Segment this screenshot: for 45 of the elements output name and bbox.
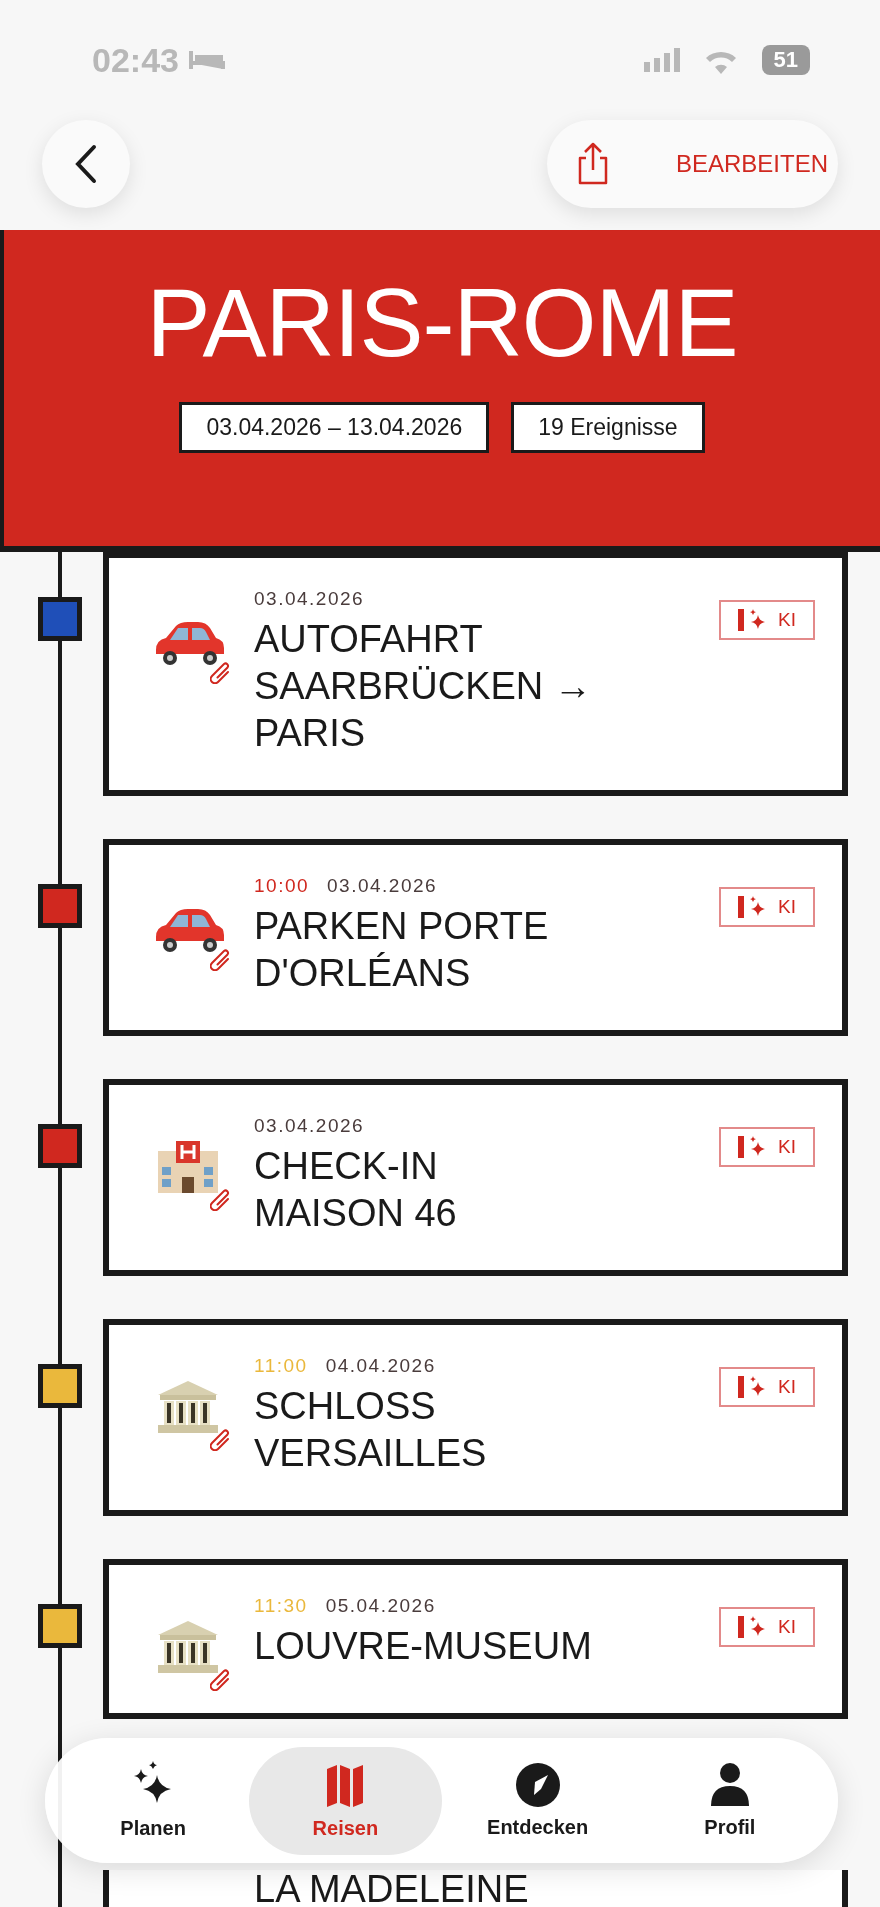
chevron-left-icon xyxy=(74,144,98,184)
event-title: CHECK-IN MAISON 46 xyxy=(254,1144,458,1236)
event-time: 11:30 xyxy=(254,1595,308,1617)
edit-button[interactable]: BEARBEITEN xyxy=(547,120,838,208)
ai-label: KI xyxy=(778,1616,796,1638)
event-count: 19 Ereignisse xyxy=(511,402,705,453)
paperclip-icon xyxy=(210,1429,230,1451)
event-date: 03.04.2026 xyxy=(254,588,365,610)
tab-item[interactable]: Profil xyxy=(633,1746,826,1855)
ai-label: KI xyxy=(778,1136,796,1158)
event-card[interactable]: 10:00 03.04.2026 PARKEN PORTE D'ORLÉANS KI xyxy=(103,839,848,1036)
date-range: 03.04.2026 – 13.04.2026 xyxy=(179,402,490,453)
battery-level: 51 xyxy=(761,45,810,75)
tab-item[interactable]: Entdecken xyxy=(441,1746,634,1855)
event-title: LA MADELEINE xyxy=(254,1870,530,1907)
event-time: 11:00 xyxy=(254,1355,308,1377)
compass-icon xyxy=(514,1762,561,1808)
status-time: 02:43 xyxy=(92,40,179,80)
paperclip-icon xyxy=(210,1189,230,1211)
ai-label: KI xyxy=(778,896,796,918)
event-date: 03.04.2026 xyxy=(327,875,438,897)
event-card[interactable]: 03.04.2026 AUTOFAHRT SAARBRÜCKEN → PARIS KI xyxy=(103,552,848,796)
person-icon xyxy=(708,1762,751,1808)
paperclip-icon xyxy=(210,1669,230,1691)
bed-icon xyxy=(188,49,225,71)
event-time: 10:00 xyxy=(254,875,310,897)
event-card[interactable]: 11:30 05.04.2026 LOUVRE-MUSEUM KI xyxy=(103,1559,848,1719)
event-date: 04.04.2026 xyxy=(325,1355,436,1377)
event-title: LOUVRE-MUSEUM xyxy=(254,1624,593,1669)
event-card[interactable]: LA MADELEINE xyxy=(103,1870,848,1907)
tab-item[interactable]: Planen xyxy=(57,1746,250,1855)
event-title: PARKEN PORTE D'ORLÉANS xyxy=(254,904,550,996)
ai-label: KI xyxy=(778,609,796,631)
event-title: SCHLOSS VERSAILLES xyxy=(254,1384,488,1476)
signal-icon xyxy=(643,48,680,72)
ai-label: KI xyxy=(778,1376,796,1398)
tab-item[interactable]: Reisen xyxy=(249,1746,442,1855)
paperclip-icon xyxy=(210,949,230,971)
event-card[interactable]: 11:00 04.04.2026 SCHLOSS VERSAILLES KI xyxy=(103,1319,848,1516)
event-date: 05.04.2026 xyxy=(325,1595,436,1617)
event-title: AUTOFAHRT SAARBRÜCKEN → PARIS xyxy=(254,617,593,756)
event-card[interactable]: 03.04.2026 CHECK-IN MAISON 46 KI xyxy=(103,1079,848,1276)
event-date: 03.04.2026 xyxy=(254,1115,365,1137)
paperclip-icon xyxy=(210,662,230,684)
trip-title: PARIS-ROME xyxy=(146,268,738,378)
